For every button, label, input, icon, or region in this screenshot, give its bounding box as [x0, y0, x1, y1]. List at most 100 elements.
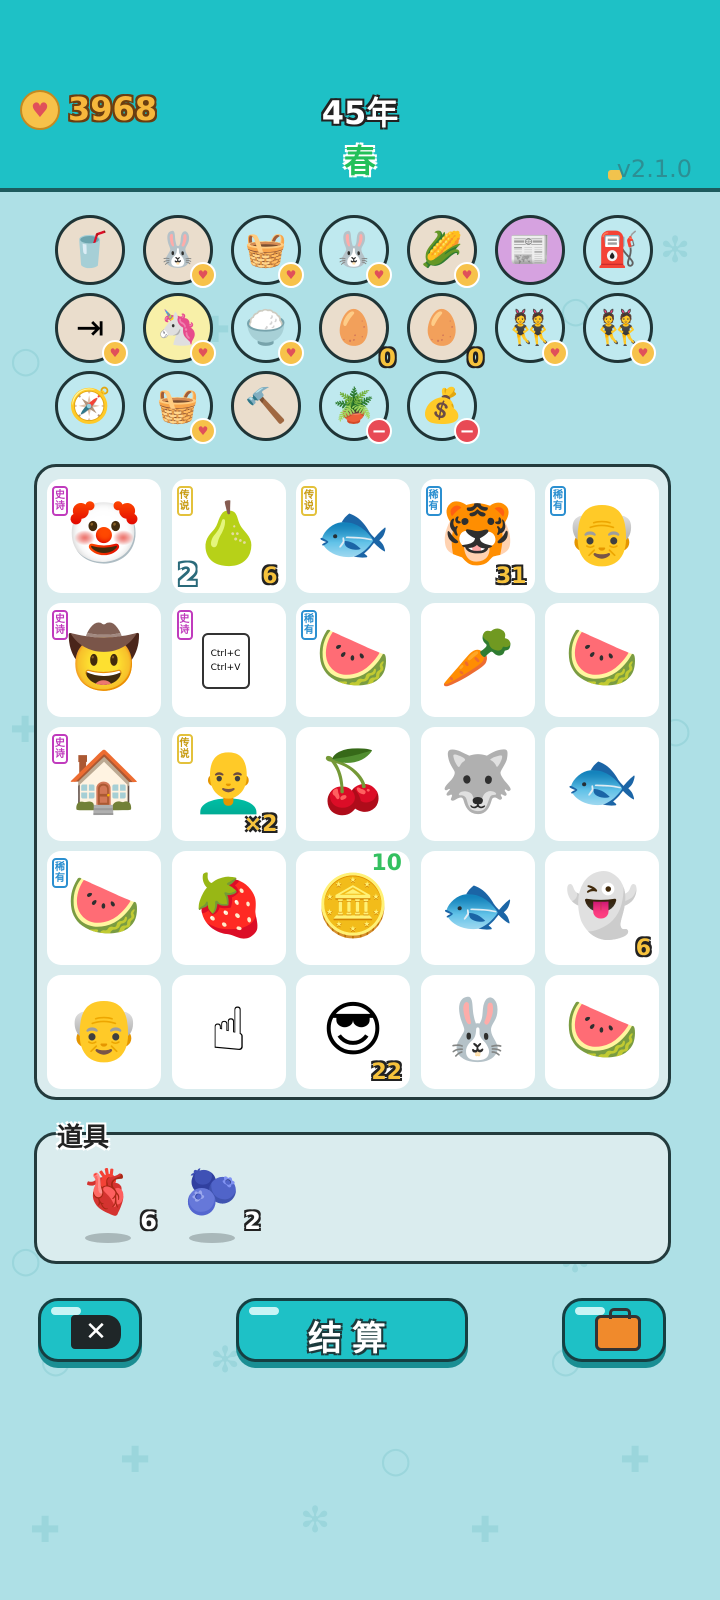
- time-magazine-item[interactable]: 📰: [495, 215, 565, 285]
- board-cell[interactable]: 🍉 稀有: [47, 851, 161, 965]
- sack-icon: 💰: [420, 386, 464, 426]
- settle-label: 结算: [308, 1319, 396, 1359]
- milkmaid-item[interactable]: 👯 ♥: [495, 293, 568, 366]
- button-shine: [575, 1307, 605, 1315]
- rabbit-icon: 🐰: [156, 230, 200, 270]
- props-panel: 🫀 6 🫐 2: [34, 1132, 671, 1264]
- board-cell[interactable]: 🏠 史诗: [47, 727, 161, 841]
- lychee-icon: 🍓: [191, 871, 266, 941]
- board-cell[interactable]: 🪙 10: [296, 851, 410, 965]
- liver-prop[interactable]: 🫀 6: [75, 1163, 157, 1253]
- owned-items-grid: 🥤 🐰 ♥ 🧺 ♥ 🐰 ♥ 🌽 ♥ 📰 ⛽ ⇥ ♥ 🦄 ♥ 🍚 ♥ 🥚 0 🥚 0 👯 ♥ 👯 ♥ 🧭 🧺 ♥ 🔨 🪴 − 💰 −: [55, 205, 695, 455]
- blueberry-prop[interactable]: 🫐 2: [179, 1163, 261, 1253]
- settle-button[interactable]: 结算: [236, 1298, 468, 1362]
- fruit-basket-item[interactable]: 🧺 ♥: [231, 215, 304, 288]
- cell-count: 6: [262, 564, 278, 589]
- prop-shadow: [85, 1233, 131, 1243]
- heart-badge-icon: ♥: [190, 418, 216, 444]
- board-cell[interactable]: 🤠 史诗: [47, 603, 161, 717]
- top-bar: ♥ 3968 45年 春 v2.1.0: [0, 0, 720, 192]
- watermelon-icon: 🍉: [564, 623, 640, 693]
- board-cell[interactable]: 🍉: [545, 603, 659, 717]
- board-cell[interactable]: Ctrl+C Ctrl+V 史诗: [171, 603, 286, 717]
- button-shine: [51, 1307, 81, 1315]
- board-cell[interactable]: 👴: [47, 975, 161, 1089]
- rarity-tag: 稀有: [301, 610, 317, 640]
- blueberry-icon: 🫐: [184, 1167, 240, 1218]
- unicorn-item[interactable]: 🦄 ♥: [143, 293, 216, 366]
- board-cell[interactable]: 🐟 传说: [296, 479, 410, 593]
- item-count: 0: [467, 344, 484, 372]
- rabbit-icon: 🐰: [440, 995, 515, 1065]
- egg-tray-icon: 🥚: [420, 308, 464, 348]
- hammer-icon: 🔨: [244, 386, 288, 426]
- board-cell[interactable]: 🍒: [296, 727, 410, 841]
- props-title: 道具: [57, 1123, 110, 1153]
- milkmaid-icon: 👯: [596, 308, 640, 348]
- potted-flower-icon: 🪴: [332, 386, 376, 426]
- heart-badge-icon: ♥: [630, 340, 656, 366]
- hammer-item[interactable]: 🔨: [231, 371, 301, 441]
- rarity-tag: 史诗: [176, 610, 193, 640]
- board-cell[interactable]: 🍐 传说 2 6: [171, 479, 286, 593]
- board-cell[interactable]: 🍓: [171, 851, 286, 965]
- briefcase-button[interactable]: [562, 1298, 666, 1362]
- board-cell[interactable]: 🤡 史诗: [47, 479, 161, 593]
- board-cell[interactable]: 🐰: [420, 975, 535, 1089]
- board-cell[interactable]: ☝: [171, 975, 286, 1089]
- item-count: 0: [379, 344, 396, 372]
- rice-bowl-item[interactable]: 🍚 ♥: [231, 293, 304, 366]
- rabbit-item[interactable]: 🐰 ♥: [319, 215, 392, 288]
- angry-old-man-icon: 👴: [66, 995, 142, 1065]
- egg-tray-item[interactable]: 🥚 0: [407, 293, 484, 372]
- potted-flower-item[interactable]: 🪴 −: [319, 371, 392, 444]
- board-cell[interactable]: 🐯 稀有 31: [420, 479, 535, 593]
- cherry-icon: 🍒: [315, 747, 391, 817]
- version-label: v2.1.0: [616, 155, 692, 183]
- board-cell[interactable]: 👨‍🦲 传说 ×2: [171, 727, 286, 841]
- fruit-basket-item[interactable]: 🧺 ♥: [143, 371, 216, 444]
- egg-tray-item[interactable]: 🥚 0: [319, 293, 396, 372]
- cell-count: 31: [495, 564, 527, 589]
- copy-paste-icon: Ctrl+C Ctrl+V: [201, 633, 250, 689]
- cell-count-top: 10: [371, 851, 402, 876]
- rarity-tag: 稀有: [425, 486, 442, 516]
- compass-icon: 🧭: [68, 386, 112, 426]
- heart-badge-icon: ♥: [278, 340, 304, 366]
- board-cell[interactable]: 🐟: [420, 851, 535, 965]
- next-arrow-icon: ⇥: [75, 308, 105, 348]
- cell-count: 22: [371, 1060, 402, 1085]
- air-pump-icon: ⛽: [596, 230, 640, 270]
- board-cell[interactable]: 🐺: [420, 727, 535, 841]
- next-arrow-item[interactable]: ⇥ ♥: [55, 293, 128, 366]
- milkmaid-item[interactable]: 👯 ♥: [583, 293, 656, 366]
- compass-item[interactable]: 🧭: [55, 371, 125, 441]
- husky-icon: 🐺: [440, 747, 515, 817]
- air-pump-item[interactable]: ⛽: [583, 215, 653, 285]
- slot-board: 🤡 史诗 🍐 传说 2 6 🐟 传说 🐯 稀有 31 👴 稀有 🤠 史诗 Ctrl+C Ctrl+V 史诗 🍉 稀有…: [34, 464, 671, 1100]
- liver-icon: 🫀: [80, 1167, 136, 1218]
- pointing-hand-icon: ☝: [210, 995, 247, 1065]
- milkmaid-icon: 👯: [508, 308, 552, 348]
- board-cell[interactable]: 🍉: [545, 975, 659, 1089]
- board-cell[interactable]: 🍉 稀有: [296, 603, 410, 717]
- bubble-tea-cup-item[interactable]: 🥤: [55, 215, 125, 285]
- board-cell[interactable]: 👻 6: [545, 851, 659, 965]
- koi-fish-icon: 🐟: [564, 747, 640, 817]
- heart-badge-icon: ♥: [190, 262, 216, 288]
- year-label: 45年: [321, 94, 399, 132]
- sack-item[interactable]: 💰 −: [407, 371, 480, 444]
- cell-count: ×2: [243, 812, 278, 837]
- corn-item[interactable]: 🌽 ♥: [407, 215, 480, 288]
- heart-badge-icon: ♥: [366, 262, 392, 288]
- board-cell[interactable]: 👴 稀有: [545, 479, 659, 593]
- board-cell[interactable]: 🐟: [545, 727, 659, 841]
- close-button[interactable]: ✕: [38, 1298, 142, 1362]
- rabbit-item[interactable]: 🐰 ♥: [143, 215, 216, 288]
- koi-fish-icon: 🐟: [440, 871, 515, 941]
- rice-bowl-icon: 🍚: [244, 308, 288, 348]
- rarity-tag: 稀有: [550, 486, 566, 516]
- board-cell[interactable]: 🥕: [420, 603, 535, 717]
- rarity-tag: 传说: [301, 486, 317, 516]
- board-cell[interactable]: 😎 22: [296, 975, 410, 1089]
